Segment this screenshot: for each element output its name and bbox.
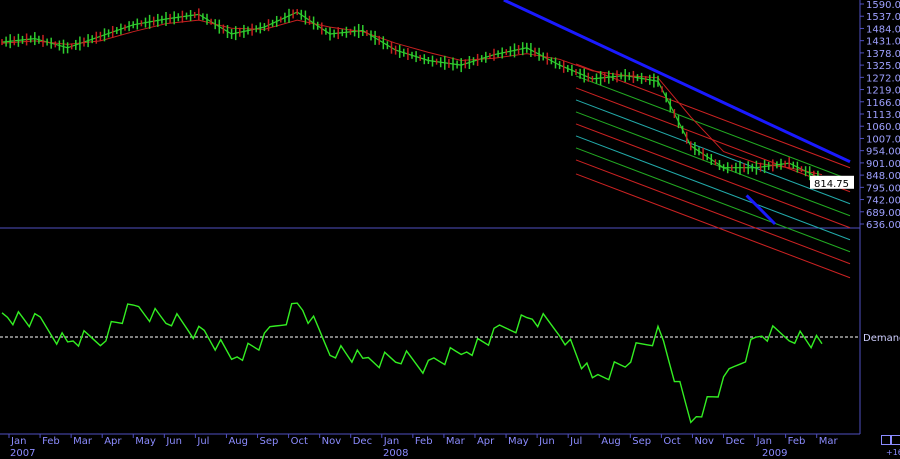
x-tick-label: Sep	[260, 436, 279, 447]
layout-toggle-button-2[interactable]	[891, 435, 900, 445]
y-tick-label: 1007.00	[866, 134, 900, 145]
y-tick-label: 848.00	[866, 171, 900, 182]
x-tick-label: Apr	[104, 436, 122, 447]
x-tick-label: Aug	[601, 436, 621, 447]
x-tick-label: Jan	[10, 436, 26, 447]
y-tick-label: 1219.00	[866, 86, 900, 97]
y-tick-label: 1325.00	[866, 61, 900, 72]
y-tick-label: 795.00	[866, 183, 900, 194]
x-tick-label: Jun	[538, 436, 555, 447]
trend-channel-line	[575, 173, 851, 279]
y-tick-label: 1113.00	[866, 110, 900, 121]
x-tick-label: May	[135, 436, 156, 447]
chart: 1590.001537.001484.00 1431.001378.001325.…	[0, 0, 900, 459]
last-price-label: 814.75	[814, 179, 849, 190]
y-tick-label: 1378.00	[866, 49, 900, 60]
y-tick-label: 1590.00	[866, 0, 900, 11]
x-tick-label: Oct	[291, 436, 308, 447]
x-tick-label: Sep	[632, 436, 651, 447]
y-tick-label: 901.00	[866, 159, 900, 170]
x-tick-label: Jul	[569, 436, 582, 447]
y-tick-label: 1431.00	[866, 37, 900, 48]
x-tick-label: Feb	[415, 436, 433, 447]
y-tick-label: 954.00	[866, 147, 900, 158]
x-tick-label: Dec	[726, 436, 745, 447]
x-tick-label: Feb	[788, 436, 806, 447]
x-tick-label: Jul	[196, 436, 209, 447]
x-tick-label: Apr	[477, 436, 495, 447]
year-label: 2007	[10, 448, 35, 459]
y-tick-label: 1166.00	[866, 98, 900, 109]
y-tick-label: 636.00	[866, 220, 900, 231]
x-tick-label: May	[508, 436, 529, 447]
year-label: 2008	[383, 448, 408, 459]
x-tick-label: Mar	[73, 436, 93, 447]
y-tick-label: 1060.00	[866, 122, 900, 133]
x-tick-label: Feb	[42, 436, 60, 447]
x-tick-label: Dec	[353, 436, 372, 447]
oscillator-line	[1, 302, 823, 424]
x-tick-label: Nov	[694, 436, 714, 447]
y-tick-label: 1484.00	[866, 24, 900, 35]
y-tick-label: 742.00	[866, 196, 900, 207]
x-tick-label: Mar	[819, 436, 839, 447]
x-tick-label: Jan	[383, 436, 399, 447]
year-label: 2009	[762, 448, 787, 459]
x-tick-label: Mar	[446, 436, 466, 447]
y-tick-label: 1272.00	[866, 73, 900, 84]
demand-label: Demand	[863, 333, 900, 344]
y-tick-label: 1537.00	[866, 12, 900, 23]
corner-label: +16	[886, 448, 900, 457]
x-tick-label: Jun	[165, 436, 182, 447]
layout-toggle-button[interactable]	[881, 435, 891, 445]
upper-trendline	[503, 0, 851, 164]
y-tick-label: 689.00	[866, 208, 900, 219]
x-tick-label: Aug	[228, 436, 248, 447]
x-tick-label: Nov	[322, 436, 342, 447]
x-tick-label: Oct	[663, 436, 680, 447]
x-tick-label: Jan	[756, 436, 772, 447]
